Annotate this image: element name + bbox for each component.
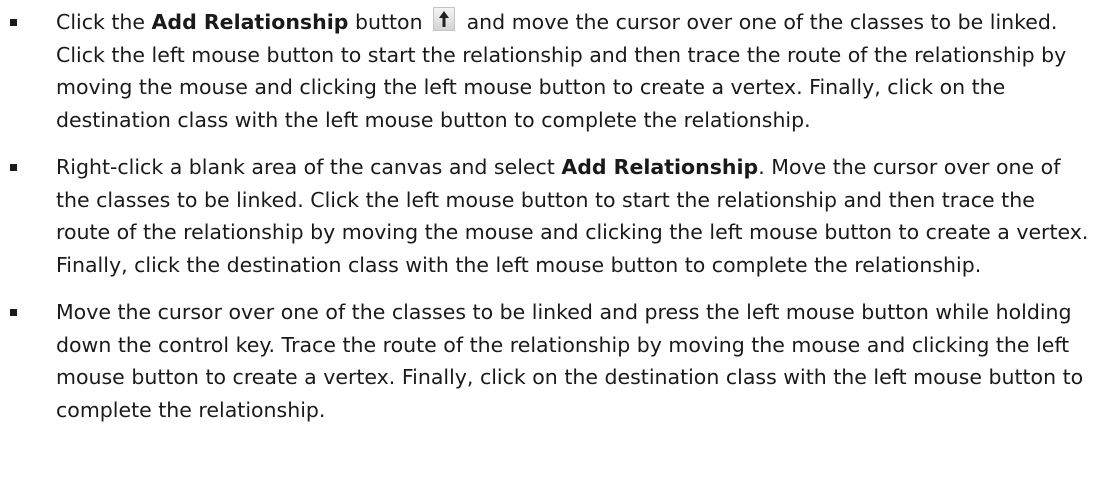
- instruction-list: Click the Add Relationship button and mo…: [0, 0, 1107, 441]
- list-item: Right-click a blank area of the canvas a…: [0, 151, 1107, 281]
- bullet-marker: [10, 309, 17, 316]
- list-item: Click the Add Relationship button and mo…: [0, 0, 1107, 136]
- add-relationship-label: Add Relationship: [151, 10, 349, 34]
- add-relationship-label: Add Relationship: [561, 155, 759, 179]
- list-item: Move the cursor over one of the classes …: [0, 296, 1107, 426]
- add-relationship-arrow-icon: [433, 7, 456, 31]
- bullet-marker: [10, 164, 17, 171]
- bullet-marker: [10, 19, 17, 26]
- instruction-text: Move the cursor over one of the classes …: [56, 300, 1084, 422]
- instruction-text: button: [348, 10, 430, 34]
- instruction-text: Click the: [56, 10, 152, 34]
- instruction-text: Right-click a blank area of the canvas a…: [56, 155, 562, 179]
